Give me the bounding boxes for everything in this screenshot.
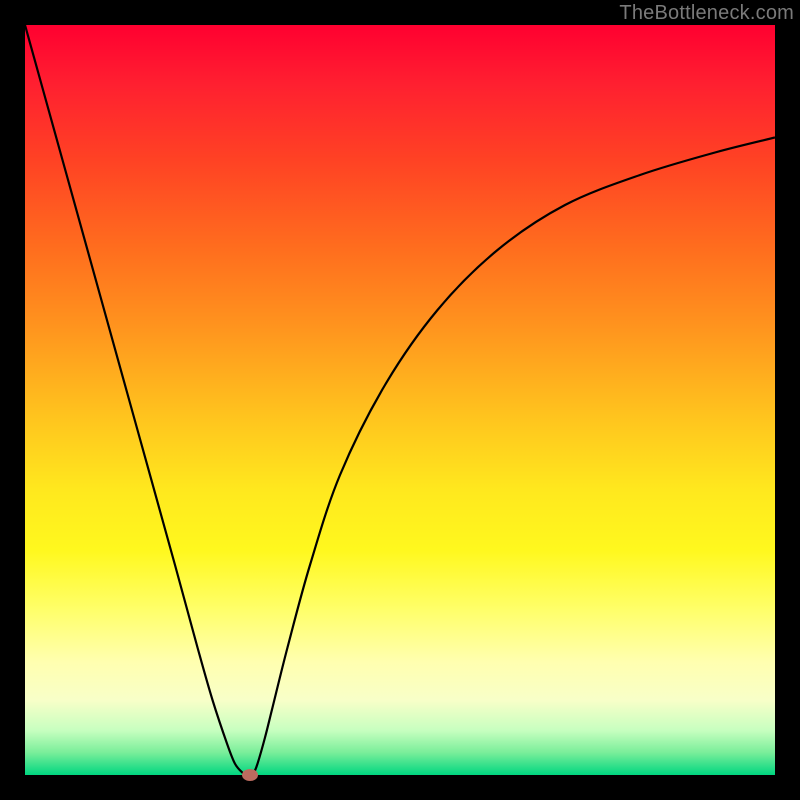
bottleneck-curve xyxy=(25,25,775,775)
optimum-marker xyxy=(242,769,258,781)
chart-frame: TheBottleneck.com xyxy=(0,0,800,800)
plot-area xyxy=(25,25,775,775)
watermark-text: TheBottleneck.com xyxy=(619,2,794,25)
